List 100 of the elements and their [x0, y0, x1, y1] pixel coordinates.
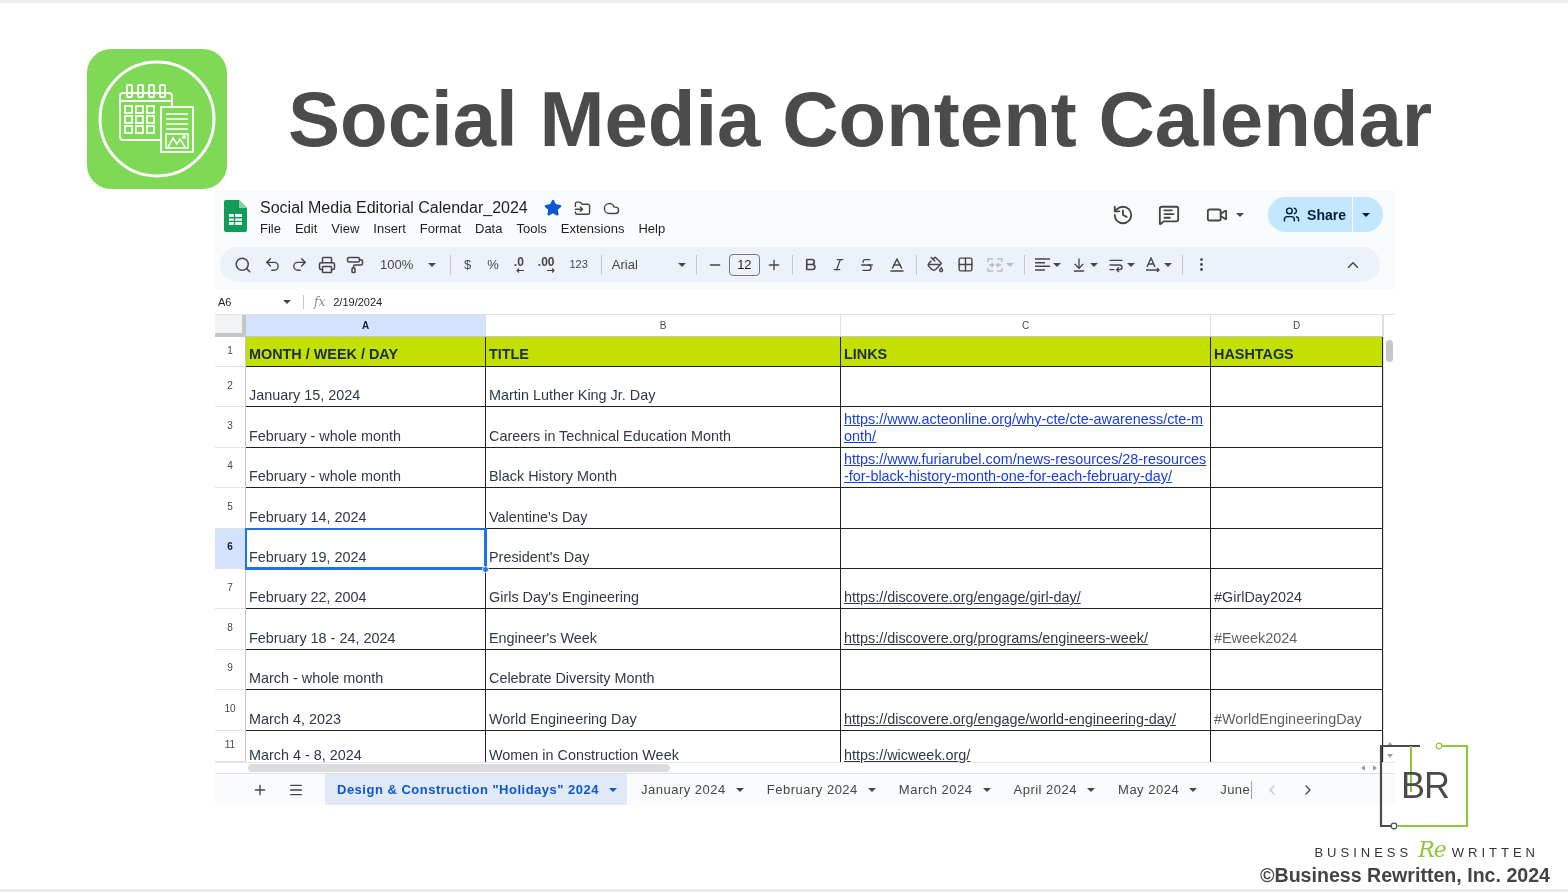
- row-number[interactable]: 4: [215, 447, 246, 489]
- scroll-right-icon[interactable]: [1373, 765, 1377, 771]
- row-number[interactable]: 10: [215, 690, 246, 731]
- table-cell: February 19, 2024: [246, 528, 486, 569]
- sheet-tab[interactable]: Design & Construction "Holidays" 2024: [325, 774, 627, 805]
- link[interactable]: https://www.furiarubel.com/news-resources/28-resources-for-black-history-month-one-for-each-february-day/: [844, 451, 1209, 486]
- caret-icon: [1052, 262, 1061, 267]
- row-number[interactable]: 2: [215, 367, 246, 408]
- table-cell: Engineer's Week: [486, 609, 841, 650]
- table-cell: Valentine's Day: [486, 488, 841, 529]
- caret-icon: [1236, 212, 1245, 217]
- table-cell: World Engineering Day: [486, 690, 841, 731]
- column-header[interactable]: A: [246, 315, 486, 337]
- row-number[interactable]: 1: [215, 337, 246, 367]
- spreadsheet-app-icon[interactable]: [224, 200, 247, 232]
- scroll-left-icon[interactable]: [1361, 765, 1365, 771]
- percent-format-button[interactable]: %: [484, 258, 502, 271]
- menu-item[interactable]: Tools: [516, 221, 547, 236]
- caret-icon: [1089, 262, 1098, 267]
- comment-icon[interactable]: [1158, 203, 1181, 226]
- table-cell: Girls Day's Engineering: [486, 568, 841, 610]
- table-cell: #GirlDay2024: [1211, 568, 1383, 610]
- font-dropdown[interactable]: Arial: [611, 257, 686, 272]
- link[interactable]: https://www.acteonline.org/why-cte/cte-awareness/cte-month/: [844, 410, 1209, 445]
- column-heading: LINKS: [841, 337, 1211, 367]
- row-number[interactable]: 5: [215, 488, 246, 529]
- star-icon[interactable]: [543, 199, 562, 217]
- text-color-icon[interactable]: [887, 255, 906, 274]
- caret-icon: [1126, 262, 1135, 267]
- horizontal-align-dropdown[interactable]: [1034, 258, 1061, 271]
- menu-item[interactable]: Data: [475, 221, 503, 236]
- share-button[interactable]: Share: [1268, 197, 1352, 232]
- wordmark-text: BUSINESS: [1314, 845, 1413, 860]
- sheet-tab[interactable]: April 2024: [999, 774, 1105, 805]
- scrollbar-thumb[interactable]: [1386, 340, 1393, 362]
- column-header[interactable]: C: [841, 315, 1211, 337]
- vertical-scrollbar[interactable]: [1383, 315, 1395, 762]
- menu-item[interactable]: File: [260, 221, 281, 236]
- history-icon[interactable]: [1112, 203, 1135, 226]
- undo-icon[interactable]: [264, 256, 281, 273]
- italic-icon[interactable]: [830, 257, 846, 272]
- link[interactable]: https://discovere.org/engage/world-engineering-day/: [844, 710, 1176, 728]
- table-cell: Women in Construction Week: [486, 730, 841, 762]
- row-number[interactable]: 8: [215, 609, 246, 650]
- printer-icon[interactable]: [318, 255, 336, 274]
- text-rotation-dropdown[interactable]: [1144, 257, 1172, 272]
- document-title[interactable]: Social Media Editorial Calendar_2024: [260, 199, 528, 217]
- sheet-tab[interactable]: June: [1206, 780, 1253, 799]
- scroll-down-icon[interactable]: [1386, 754, 1393, 758]
- column-heading: MONTH / WEEK / DAY: [246, 337, 486, 367]
- paint-roller-icon[interactable]: [346, 255, 364, 274]
- font-size-field[interactable]: 12: [728, 253, 760, 276]
- column-header[interactable]: B: [486, 315, 841, 337]
- scrollbar-thumb[interactable]: [248, 764, 670, 772]
- caret-icon: [1362, 212, 1370, 217]
- increase-decimal-button[interactable]: .00: [535, 256, 557, 273]
- sheet-tab[interactable]: January 2024: [627, 774, 753, 805]
- row-number[interactable]: 3: [215, 407, 246, 448]
- strikethrough-icon[interactable]: [858, 256, 875, 273]
- menu-item[interactable]: Format: [419, 221, 461, 236]
- search-icon[interactable]: [234, 255, 252, 274]
- menu-item[interactable]: View: [331, 221, 360, 236]
- menu-item[interactable]: Insert: [373, 221, 406, 236]
- table-cell: Careers in Technical Education Month: [486, 407, 841, 448]
- column-heading: TITLE: [486, 337, 841, 367]
- people-icon: [1283, 206, 1301, 223]
- row-number[interactable]: 11: [215, 730, 246, 762]
- caret-icon: [1005, 262, 1014, 267]
- sheet-tab[interactable]: May 2024: [1104, 774, 1207, 805]
- zoom-dropdown[interactable]: 100%: [380, 257, 436, 272]
- table-cell: March - whole month: [246, 649, 486, 691]
- borders-icon[interactable]: [956, 256, 974, 273]
- cell-reference-field[interactable]: A6: [218, 296, 293, 308]
- row-number[interactable]: 9: [215, 649, 246, 691]
- link[interactable]: https://discovere.org/engage/girl-day/: [844, 589, 1081, 607]
- currency-format-button[interactable]: $: [461, 258, 475, 271]
- paint-bucket-icon[interactable]: [926, 256, 944, 273]
- copyright-text: ©Business Rewritten, Inc. 2024: [1260, 864, 1550, 887]
- page-title: Social Media Content Calendar: [288, 80, 1433, 158]
- merge-cells-dropdown[interactable]: [986, 257, 1014, 272]
- caret-icon: [283, 300, 291, 304]
- row-number[interactable]: 7: [215, 568, 246, 610]
- table-cell: February - whole month: [246, 407, 486, 448]
- menu-item[interactable]: Edit: [294, 221, 318, 236]
- table-cell: February 18 - 24, 2024: [246, 609, 486, 650]
- sheet-tab[interactable]: March 2024: [884, 774, 1000, 805]
- menu-item[interactable]: Extensions: [560, 221, 625, 236]
- formula-value[interactable]: 2/19/2024: [333, 296, 383, 308]
- decrease-decimal-button[interactable]: .0: [511, 256, 526, 273]
- number-format-button[interactable]: 123: [566, 259, 591, 270]
- redo-icon[interactable]: [291, 256, 308, 273]
- link[interactable]: https://wicweek.org/: [844, 747, 971, 762]
- column-header[interactable]: D: [1211, 315, 1383, 337]
- menu-item[interactable]: Help: [638, 221, 666, 236]
- table-cell: March 4, 2023: [246, 690, 486, 731]
- table-cell: President's Day: [486, 528, 841, 569]
- folder-icon[interactable]: [573, 199, 591, 217]
- scroll-up-icon[interactable]: [1386, 742, 1393, 746]
- sheet-tab[interactable]: February 2024: [752, 774, 885, 805]
- link[interactable]: https://discovere.org/programs/engineers-week/: [844, 629, 1148, 647]
